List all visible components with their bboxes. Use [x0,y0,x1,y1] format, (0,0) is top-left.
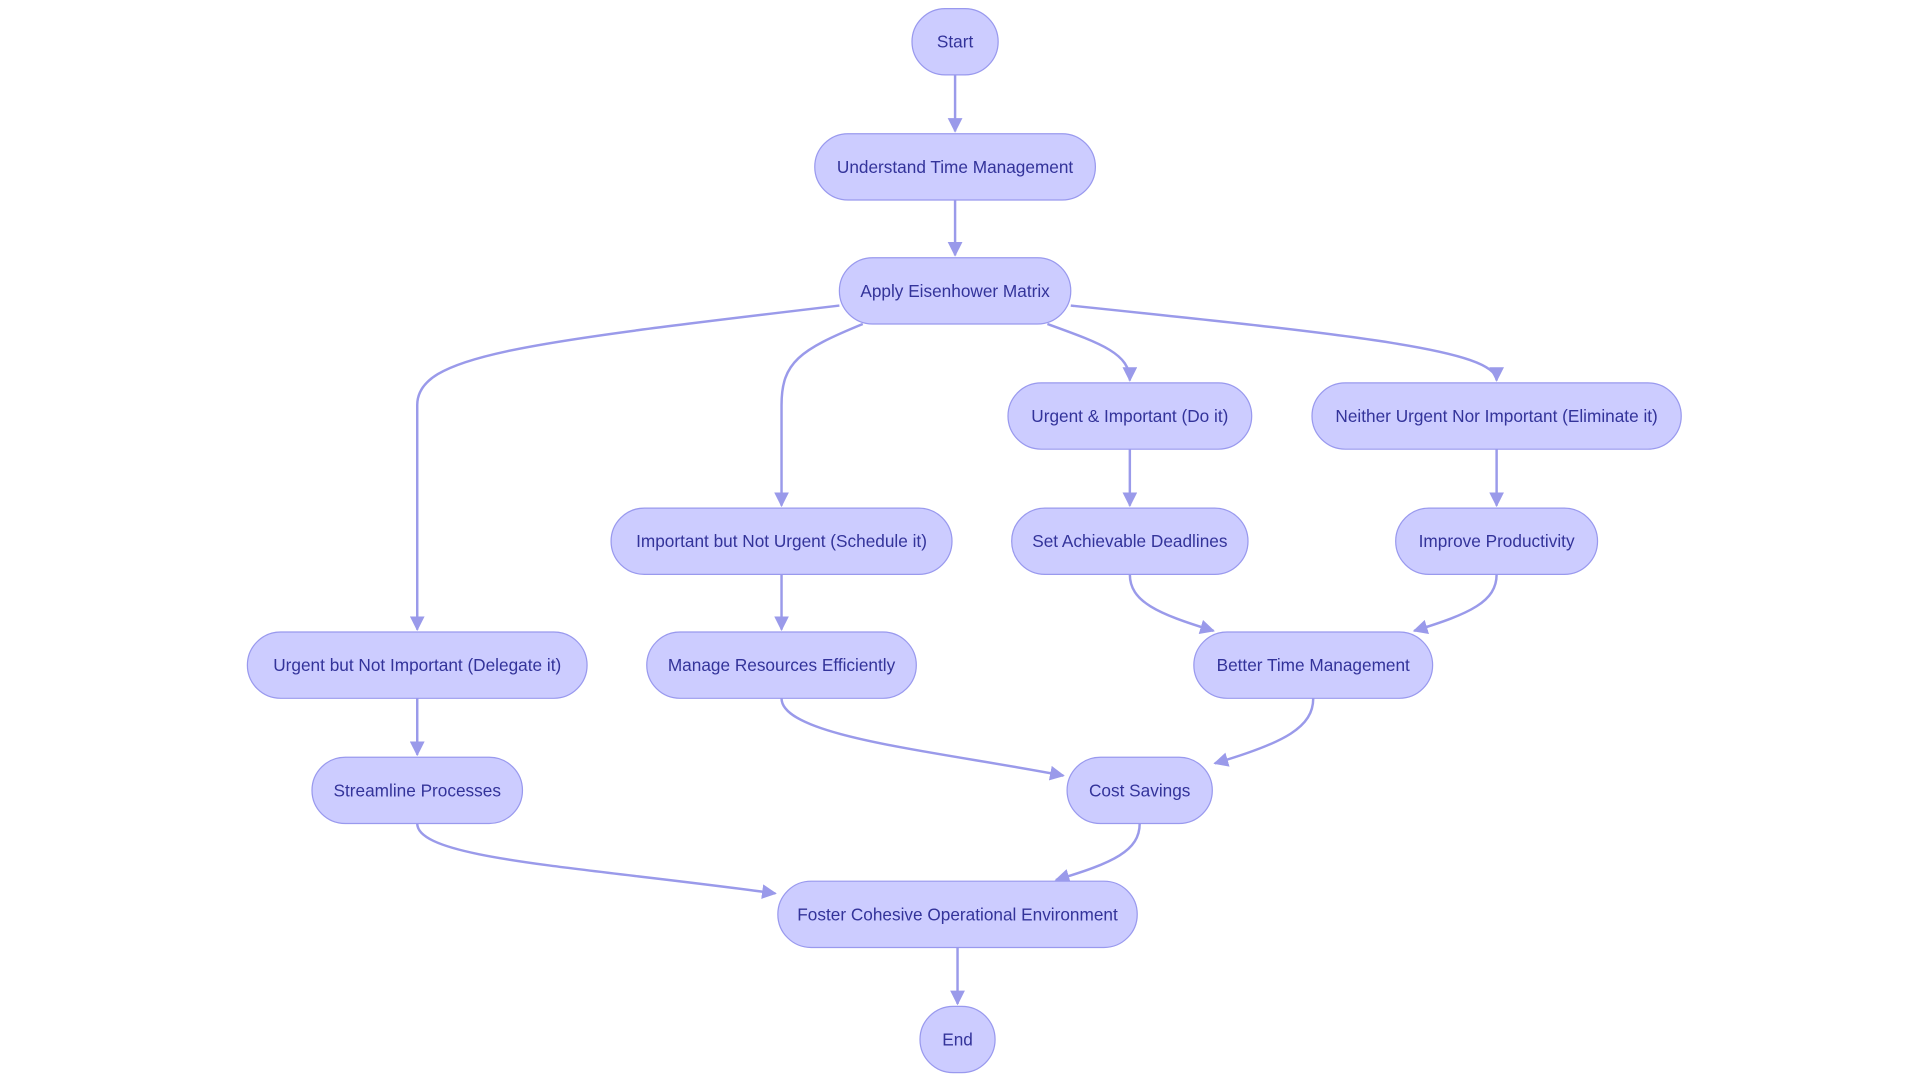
node-better-time[interactable]: Better Time Management [1193,631,1434,699]
edge-productivity-to-better-time [1412,574,1498,635]
node-neither[interactable]: Neither Urgent Nor Important (Eliminate … [1311,382,1682,450]
edge-cost-savings-to-foster [1054,823,1141,884]
node-urgent-not-important[interactable]: Urgent but Not Important (Delegate it) [246,631,588,699]
edges-layer [409,74,1505,1006]
node-label: Urgent & Important (Do it) [1031,406,1228,426]
node-resources[interactable]: Manage Resources Efficiently [646,631,917,699]
edge-eisenhower-to-neither [1070,304,1504,382]
nodes-layer: Start Understand Time Management Apply Eis… [246,7,1682,1074]
node-label: Start [937,32,974,52]
node-label: Improve Productivity [1419,531,1575,551]
node-label: Manage Resources Efficiently [668,655,896,675]
node-eisenhower[interactable]: Apply Eisenhower Matrix [838,257,1072,325]
node-foster[interactable]: Foster Cohesive Operational Environment [777,880,1138,949]
node-understand[interactable]: Understand Time Management [814,133,1096,201]
edge-deadlines-to-better-time [1128,574,1215,635]
node-label: Cost Savings [1089,780,1190,800]
node-end[interactable]: End [919,1005,996,1074]
flowchart-canvas: Start Understand Time Management Apply Eis… [246,7,1682,1074]
node-label: Streamline Processes [334,780,501,800]
edge-streamline-to-foster [416,823,777,899]
node-label: Set Achievable Deadlines [1032,531,1227,551]
node-urgent-important[interactable]: Urgent & Important (Do it) [1007,382,1253,450]
node-label: Understand Time Management [837,157,1074,177]
node-label: Foster Cohesive Operational Environment [797,904,1118,924]
node-cost-savings[interactable]: Cost Savings [1066,756,1213,825]
node-deadlines[interactable]: Set Achievable Deadlines [1011,507,1249,575]
edge-better-time-to-cost-savings [1213,698,1315,767]
edge-eisenhower-to-urgent-important [1046,322,1138,382]
edge-resources-to-cost-savings [780,698,1065,781]
node-label: Better Time Management [1217,655,1410,675]
node-start[interactable]: Start [911,7,999,76]
edge-eisenhower-to-important-not-urgent [774,322,864,508]
node-label: Neither Urgent Nor Important (Eliminate … [1335,406,1657,426]
node-streamline[interactable]: Streamline Processes [311,756,524,825]
edge-eisenhower-to-urgent-not-important [409,304,840,632]
node-label: Important but Not Urgent (Schedule it) [636,531,927,551]
node-label: End [942,1030,973,1050]
node-label: Urgent but Not Important (Delegate it) [273,655,561,675]
node-label: Apply Eisenhower Matrix [860,281,1050,301]
node-productivity[interactable]: Improve Productivity [1395,507,1599,575]
node-important-not-urgent[interactable]: Important but Not Urgent (Schedule it) [610,507,953,575]
